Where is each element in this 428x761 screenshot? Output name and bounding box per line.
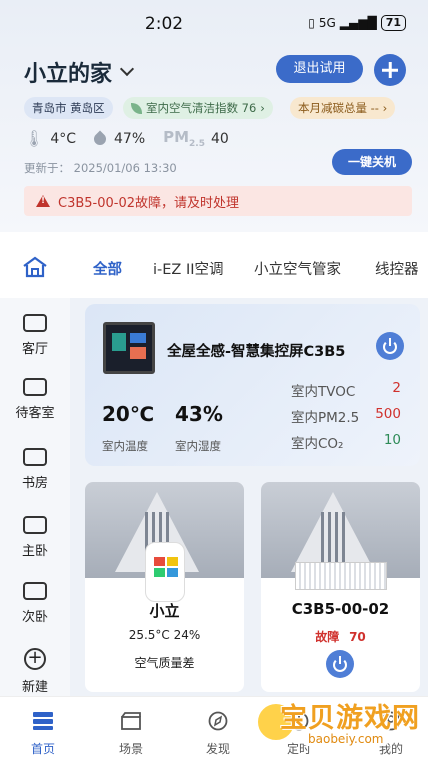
home-selector[interactable]: 小立的家 <box>24 56 135 88</box>
device-card-xiaoli[interactable]: 小立 25.5°C 24% 空气质量差 <box>85 482 244 692</box>
sidebar-item-study[interactable]: 书房 <box>0 448 70 491</box>
home-name: 小立的家 <box>24 62 113 87</box>
status-bar: 2:02 ▯ 5G ▂▄▆█ 71 <box>0 0 428 48</box>
nav-scenes[interactable]: 场景 <box>96 711 166 757</box>
power-icon[interactable] <box>326 650 354 678</box>
indoor-temp-label: 室内温度 <box>102 439 148 453</box>
chevron-right-icon: › <box>260 101 265 115</box>
tab-aircon[interactable]: i-EZ II空调 <box>153 258 224 279</box>
air-index-chip[interactable]: 室内空气清洁指数 76 › <box>123 97 273 119</box>
mute-icon: ▯ <box>308 16 315 30</box>
sidebar-item-guest-room[interactable]: 待客室 <box>0 378 70 421</box>
chevron-down-icon <box>119 61 135 77</box>
pm25-row: 室内PM2.5 500 <box>291 406 401 426</box>
nav-home[interactable]: 首页 <box>8 711 78 757</box>
warning-icon <box>36 195 50 207</box>
device-name: C3B5-00-02 <box>291 600 390 618</box>
tab-all[interactable]: 全部 <box>93 258 122 279</box>
tab-air-manager[interactable]: 小立空气管家 <box>254 258 341 279</box>
exit-trial-button[interactable]: 退出试用 <box>276 55 363 83</box>
watermark: 宝贝游戏网 baobeiy.com <box>256 694 428 761</box>
sidebar-item-new-room[interactable]: + 新建 <box>0 648 70 695</box>
nav-discover-label: 发现 <box>205 742 230 756</box>
air-sensor-image <box>145 542 185 602</box>
status-time: 2:02 <box>144 14 184 34</box>
air-index-text: 室内空气清洁指数 76 <box>146 101 257 115</box>
leaf-icon <box>131 102 142 114</box>
room-sidebar: 客厅 待客室 书房 主卧 次卧 + 新建 <box>0 298 70 696</box>
device-readings: 25.5°C 24% <box>128 628 201 642</box>
device-name: 小立 <box>149 602 180 620</box>
tab-controller[interactable]: 线控器 <box>375 258 419 279</box>
bed-icon <box>23 516 47 534</box>
device-photo <box>261 482 420 590</box>
panel-thumbnail <box>103 322 155 374</box>
sidebar-item-second-bedroom[interactable]: 次卧 <box>0 582 70 625</box>
humidity-icon <box>91 130 109 147</box>
co2-row: 室内CO₂ 10 <box>291 432 401 452</box>
carbon-chip[interactable]: 本月减碳总量 -- › <box>290 97 396 119</box>
desk-icon <box>23 448 47 466</box>
air-quality-status: 空气质量差 <box>134 656 195 670</box>
one-key-off-button[interactable]: 一键关机 <box>332 149 412 175</box>
updated-time: 更新于： 2025/01/06 13:30 <box>24 161 177 175</box>
nav-scenes-label: 场景 <box>118 742 143 756</box>
sidebar-item-living-room[interactable]: 客厅 <box>0 314 70 357</box>
battery-indicator: 71 <box>380 15 406 31</box>
pm25-icon: PM2.5 <box>163 128 205 149</box>
device-fault-status: 故障 70 <box>315 630 366 644</box>
indoor-temp-value: 20℃ <box>102 402 155 426</box>
sidebar-item-master-bedroom[interactable]: 主卧 <box>0 516 70 559</box>
clapperboard-icon <box>121 712 141 730</box>
tvoc-row: 室内TVOC 2 <box>291 380 401 400</box>
thermometer-icon: 🌡︎ <box>24 129 45 148</box>
panel-title: 全屋全感-智慧集控屏C3B5 <box>167 344 346 360</box>
chevron-right-icon: › <box>382 101 388 115</box>
location-chip[interactable]: 青岛市 黄岛区 <box>24 97 113 119</box>
compass-icon <box>208 711 228 731</box>
humidity-value: 47% <box>114 130 146 147</box>
add-icon[interactable] <box>374 54 406 86</box>
device-card-c3b5[interactable]: C3B5-00-02 故障 70 <box>261 482 420 692</box>
temperature-value: 4°C <box>50 130 76 147</box>
device-area: 全屋全感-智慧集控屏C3B5 20℃ 43% 室内温度 室内湿度 室内TVOC 2… <box>70 298 428 696</box>
watermark-title: 宝贝游戏网 <box>280 703 420 734</box>
indoor-humidity-value: 43% <box>175 402 223 426</box>
home-grid-icon <box>33 712 53 730</box>
bed-icon <box>23 582 47 600</box>
indoor-humidity-label: 室内湿度 <box>175 439 221 453</box>
network-label: 5G <box>318 16 336 30</box>
nav-home-label: 首页 <box>30 742 55 756</box>
device-tabs: 全部 i-EZ II空调 小立空气管家 线控器 <box>0 244 428 290</box>
fault-alert[interactable]: C3B5-00-02故障，请及时处理 <box>24 186 412 216</box>
device-photo <box>85 482 244 602</box>
signal-icon: ▂▄▆█ <box>339 16 377 30</box>
carbon-text: 本月减碳总量 -- <box>298 101 379 115</box>
status-icons: ▯ 5G ▂▄▆█ 71 <box>308 15 406 31</box>
weather-row: 🌡︎ 4°C 47% PM2.5 40 <box>24 128 229 149</box>
power-icon[interactable] <box>376 332 404 360</box>
watermark-url: baobeiy.com <box>304 732 388 746</box>
control-panel-card[interactable]: 全屋全感-智慧集控屏C3B5 20℃ 43% 室内温度 室内湿度 室内TVOC 2… <box>85 304 420 466</box>
air-vent-image <box>295 562 387 590</box>
nav-discover[interactable]: 发现 <box>183 711 253 757</box>
sofa-icon <box>23 314 47 332</box>
pm25-value: 40 <box>211 130 229 147</box>
fault-alert-text: C3B5-00-02故障，请及时处理 <box>58 195 240 211</box>
home-icon[interactable] <box>22 256 48 278</box>
sofa-icon <box>23 378 47 396</box>
add-circle-icon: + <box>24 648 46 670</box>
